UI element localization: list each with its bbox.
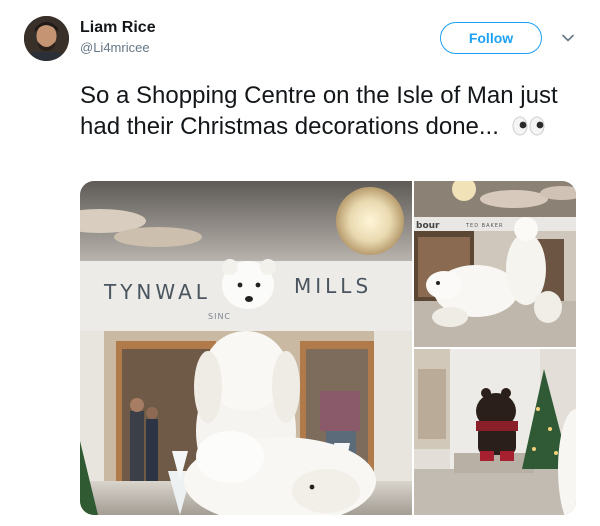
store-sign-sub: SINC (208, 312, 231, 321)
author-name[interactable]: Liam Rice (80, 18, 156, 38)
eyes-emoji-icon (512, 113, 546, 144)
photo-bear-with-tree[interactable] (414, 349, 576, 515)
photo-polar-bears-mall[interactable]: bour TED BAKER (414, 181, 576, 347)
photo-polar-bears-storefront[interactable]: TYNWAL MILLS SINC (80, 181, 412, 515)
avatar[interactable] (24, 16, 69, 61)
follow-button[interactable]: Follow (440, 22, 542, 54)
tweet-media: TYNWAL MILLS SINC bour TED BAKER (80, 181, 576, 515)
tweet-text-block: So a Shopping Centre on the Isle of Man … (80, 80, 580, 144)
tweet-card: Liam Rice @Li4mricee Follow So a Shoppin… (0, 0, 600, 526)
chevron-down-icon[interactable] (560, 30, 576, 46)
store-sign-ted-baker: TED BAKER (465, 223, 503, 229)
store-sign-right: MILLS (294, 274, 372, 298)
store-sign-bour: bour (416, 221, 440, 231)
tweet-text: So a Shopping Centre on the Isle of Man … (80, 82, 558, 140)
author-handle[interactable]: @Li4mricee (80, 40, 150, 56)
store-sign-left: TYNWAL (103, 280, 211, 304)
